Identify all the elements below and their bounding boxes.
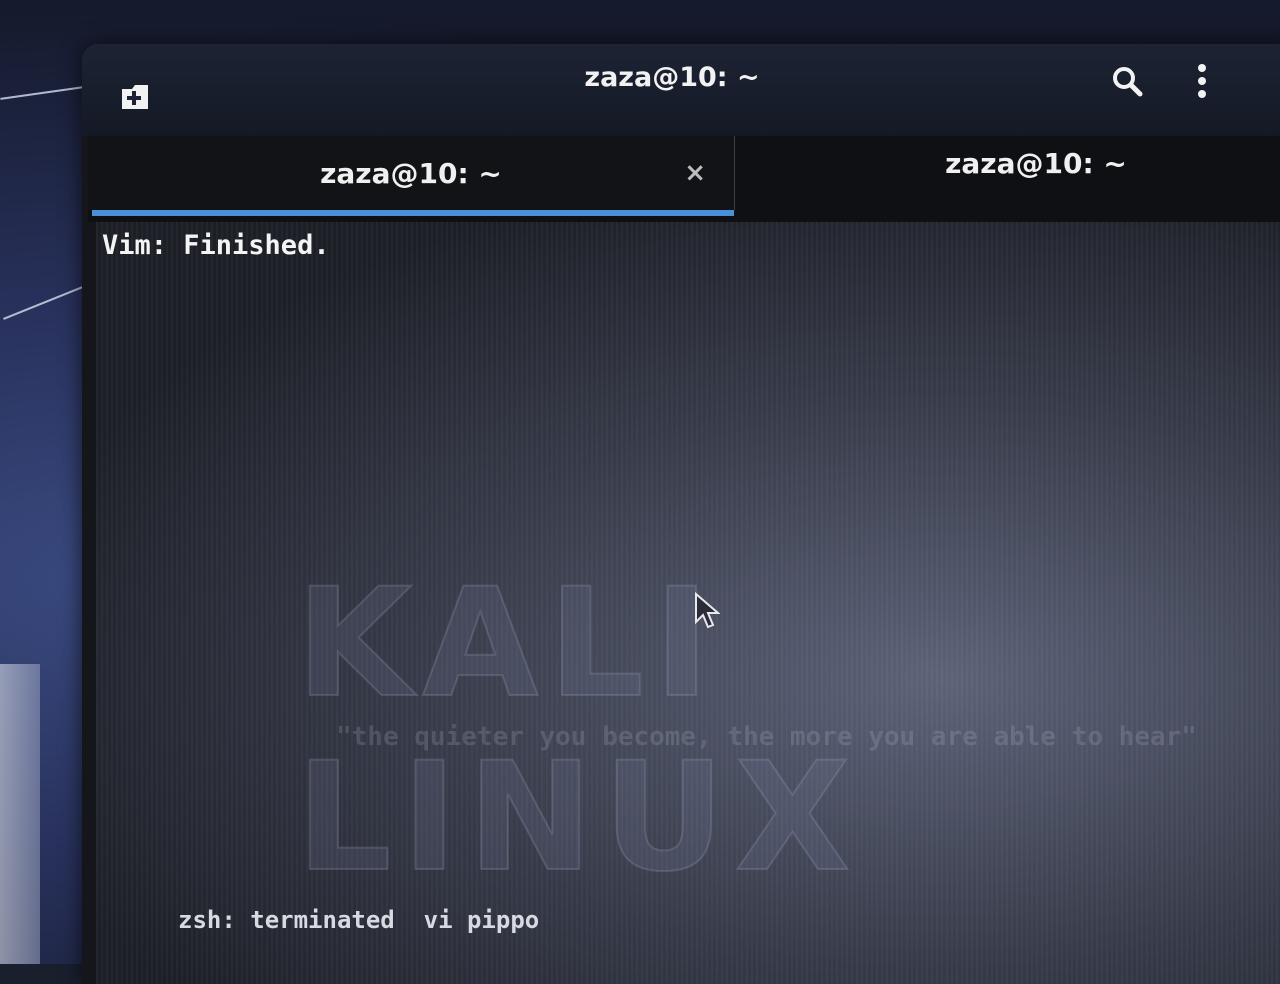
tab-inactive[interactable]: zaza@10: ~ bbox=[736, 126, 1280, 200]
screen-edge-glare bbox=[0, 664, 40, 964]
menu-button[interactable] bbox=[1190, 62, 1214, 100]
desktop-wallpaper-line bbox=[3, 282, 93, 320]
tab-active[interactable]: zaza@10: ~ × bbox=[88, 136, 735, 210]
search-icon bbox=[1110, 64, 1144, 98]
window-title: zaza@10: ~ bbox=[82, 62, 1280, 93]
tab-close-button[interactable]: × bbox=[684, 158, 706, 188]
terminal-window: zaza@10: ~ zaza@10: ~ × zaza@10: ~ KALI … bbox=[82, 44, 1280, 984]
tab-bar: zaza@10: ~ × zaza@10: ~ bbox=[88, 136, 1280, 222]
zsh-terminated-message: zsh: terminated vi pippo bbox=[178, 906, 539, 934]
tab-label: zaza@10: ~ bbox=[320, 157, 502, 190]
active-tab-indicator bbox=[92, 210, 734, 216]
vim-finished-message: Vim: Finished. bbox=[102, 230, 330, 261]
mouse-pointer-icon bbox=[694, 592, 720, 630]
kali-tagline-watermark: "the quieter you become, the more you ar… bbox=[336, 722, 1197, 752]
desktop-wallpaper-line bbox=[0, 86, 83, 100]
tab-label: zaza@10: ~ bbox=[945, 147, 1127, 180]
search-button[interactable] bbox=[1110, 64, 1144, 98]
header-bar: zaza@10: ~ bbox=[82, 44, 1280, 136]
kebab-menu-icon bbox=[1190, 62, 1214, 100]
terminal-area[interactable]: KALI LINUX "the quieter you become, the … bbox=[96, 222, 1280, 984]
